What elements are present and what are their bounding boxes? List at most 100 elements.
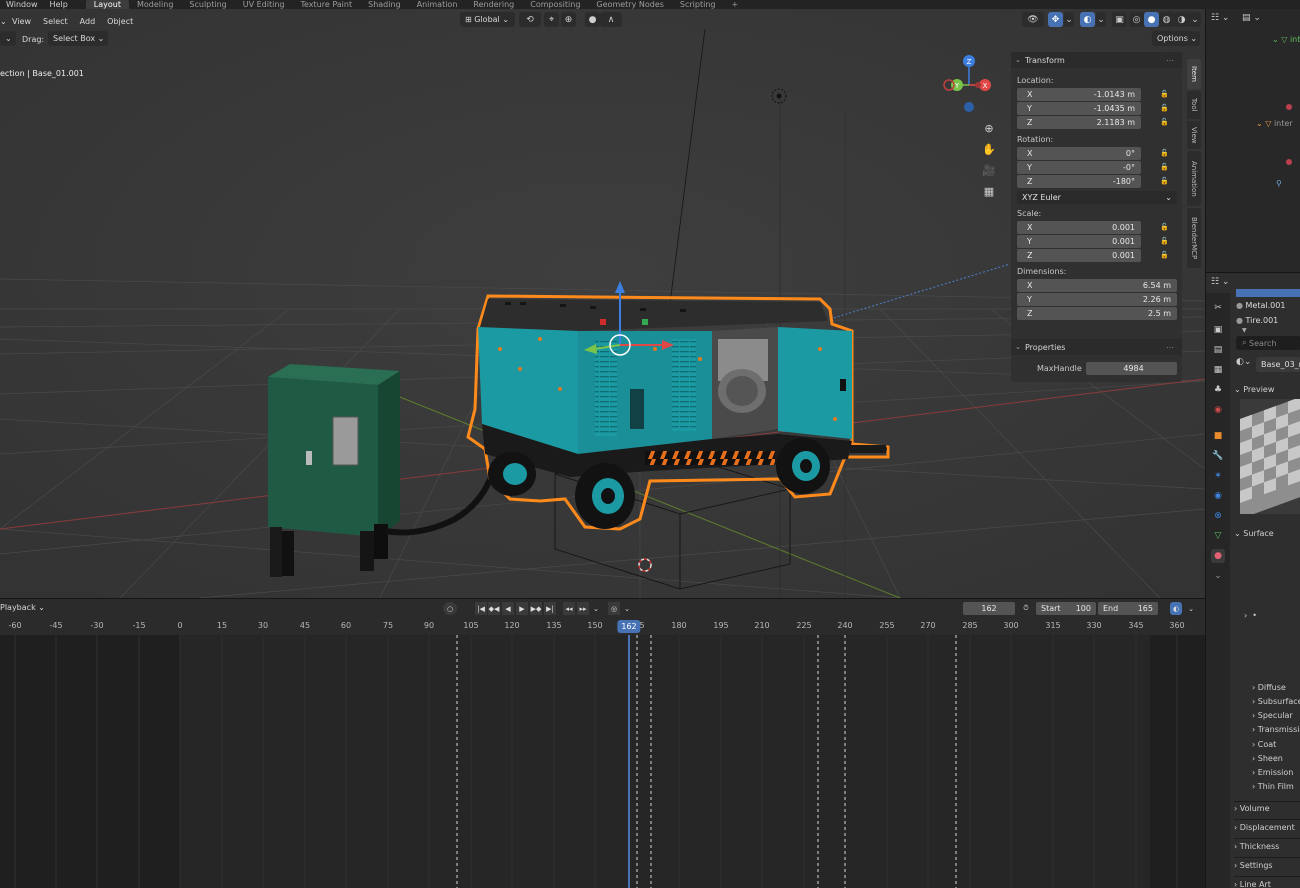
tab-animation[interactable]: Animation [1187, 151, 1201, 206]
lock-icon[interactable]: 🔓 [1160, 90, 1169, 98]
lock-icon[interactable]: 🔓 [1160, 251, 1169, 259]
falloff-icon[interactable]: ∧ [600, 12, 622, 27]
physics-tab-icon[interactable]: ◉ [1211, 489, 1225, 503]
chevron-down-icon[interactable]: ⌄ [622, 602, 632, 615]
solid-shading-icon[interactable]: ● [1144, 12, 1159, 27]
workspace-tab-compositing[interactable]: Compositing [522, 0, 588, 9]
shading-dropdown-icon[interactable]: ⌄ [1189, 12, 1201, 27]
transform-panel-header[interactable]: ⌄ Transform ⋯ [1011, 52, 1182, 68]
material-slot-tire[interactable]: ● Tire.001 [1236, 316, 1278, 325]
render-tab-icon[interactable]: ▣ [1211, 323, 1225, 337]
camera-view-icon[interactable]: 🎥 [980, 161, 998, 179]
jump-start-icon[interactable]: |◀ [475, 602, 487, 615]
menu-object[interactable]: Object [101, 17, 139, 26]
workspace-tab-sculpting[interactable]: Sculpting [181, 0, 234, 9]
tab-item[interactable]: Item [1187, 59, 1201, 89]
surface-item-thin-film[interactable]: › Thin Film [1252, 782, 1294, 791]
clock-icon[interactable]: ⏱ [1020, 602, 1032, 615]
material-shading-icon[interactable]: ◍ [1159, 12, 1174, 27]
chevron-down-icon[interactable]: ⌄ [1185, 602, 1197, 615]
timeline-keyframe-area[interactable] [0, 635, 1205, 888]
visibility-icon[interactable]: 👁 [1022, 12, 1044, 27]
chevron-down-icon[interactable]: ⌄ [1211, 569, 1225, 583]
snap-icon[interactable]: ⌖ [544, 12, 559, 27]
lock-icon[interactable]: 🔓 [1160, 118, 1169, 126]
chevron-right-icon[interactable]: › • [1244, 611, 1257, 620]
workspace-tab-layout[interactable]: Layout [85, 0, 129, 9]
scale-z-field[interactable]: Z 0.001 [1017, 249, 1141, 262]
scale-x-field[interactable]: X 0.001 [1017, 221, 1141, 234]
current-frame-field[interactable]: 162 [963, 602, 1015, 615]
menu-help[interactable]: Help [44, 0, 74, 9]
jump-keyframe-forward-icon[interactable]: ▶◆ [530, 602, 542, 615]
view-icon[interactable]: ◐ [1170, 602, 1182, 615]
surface-item-emission[interactable]: › Emission [1252, 768, 1293, 777]
lock-icon[interactable]: 🔓 [1160, 149, 1169, 157]
custom-property-field[interactable]: 4984 [1086, 362, 1177, 375]
wireframe-shading-icon[interactable]: ◎ [1129, 12, 1144, 27]
surface-item-coat[interactable]: › Coat [1252, 740, 1276, 749]
add-workspace-button[interactable]: + [723, 0, 746, 9]
workspace-tab-animation[interactable]: Animation [409, 0, 466, 9]
selected-material-slot[interactable] [1236, 289, 1300, 297]
xray-icon[interactable]: ▣ [1112, 12, 1127, 27]
location-z-field[interactable]: Z 2.1183 m [1017, 116, 1141, 129]
scale-y-field[interactable]: Y 0.001 [1017, 235, 1141, 248]
thickness-panel-header[interactable]: › Thickness [1234, 842, 1279, 851]
pan-hand-icon[interactable]: ✋ [980, 140, 998, 158]
outliner-editor-icon[interactable]: ☷ ⌄ [1211, 13, 1229, 23]
lock-icon[interactable]: 🔓 [1160, 163, 1169, 171]
workspace-tab-texture-paint[interactable]: Texture Paint [292, 0, 360, 9]
data-tab-icon[interactable]: ▽ [1211, 529, 1225, 543]
end-frame-field[interactable]: End 165 [1098, 602, 1158, 615]
record-icon[interactable]: ○ [443, 602, 457, 615]
surface-item-subsurface[interactable]: › Subsurface [1252, 697, 1300, 706]
lock-icon[interactable]: 🔓 [1160, 237, 1169, 245]
tab-view[interactable]: View [1187, 121, 1201, 149]
start-frame-field[interactable]: Start 100 [1036, 602, 1096, 615]
tool-mode-dropdown[interactable]: ⌄ [0, 31, 16, 46]
menu-select[interactable]: Select [37, 17, 74, 26]
workspace-tab-shading[interactable]: Shading [360, 0, 409, 9]
preview-panel-header[interactable]: ⌄ Preview [1234, 385, 1274, 394]
surface-item-transmission[interactable]: › Transmission [1252, 725, 1300, 734]
surface-item-diffuse[interactable]: › Diffuse [1252, 683, 1286, 692]
drag-select-dropdown[interactable]: Select Box ⌄ [48, 31, 108, 46]
drag-handle-icon[interactable]: ⋯ [1166, 56, 1174, 65]
outliner-item[interactable]: ⌄ ▽ inter [1256, 119, 1293, 128]
dimensions-y-field[interactable]: Y 2.26 m [1017, 293, 1177, 306]
particles-tab-icon[interactable]: ✶ [1211, 469, 1225, 483]
properties-panel-header[interactable]: ⌄ Properties ⋯ [1011, 339, 1182, 355]
displacement-panel-header[interactable]: › Displacement [1234, 823, 1295, 832]
dimensions-x-field[interactable]: X 6.54 m [1017, 279, 1177, 292]
rendered-shading-icon[interactable]: ◑ [1174, 12, 1189, 27]
perspective-grid-icon[interactable]: ▦ [980, 182, 998, 200]
tab-tool[interactable]: Tool [1187, 91, 1201, 119]
menu-view[interactable]: View [6, 17, 37, 26]
dimensions-z-field[interactable]: Z 2.5 m [1017, 307, 1177, 320]
gizmo-toggle-icon[interactable]: ✥ [1048, 12, 1063, 27]
drag-handle-icon[interactable]: ⋯ [1166, 343, 1174, 352]
view-layer-tab-icon[interactable]: ▦ [1211, 363, 1225, 377]
menu-add[interactable]: Add [74, 17, 102, 26]
outliner[interactable]: ☷ ⌄ ▤ ⌄ ⌄ ▽ int ⌄ ▽ inter ⚲ [1205, 9, 1300, 272]
properties-editor-icon[interactable]: ☷ ⌄ [1211, 277, 1229, 287]
workspace-tab-rendering[interactable]: Rendering [465, 0, 522, 9]
properties-editor[interactable]: ☷ ⌄ ✂ ▣ ▤ ▦ ♣ ◉ ■ 🔧 ✶ ◉ ⊗ ▽ ● ⌄ ● Metal.… [1205, 272, 1300, 888]
keyframe-next-icon[interactable]: ▸▸ [577, 602, 589, 615]
surface-panel-header[interactable]: ⌄ Surface [1234, 529, 1274, 538]
lock-icon[interactable]: 🔓 [1160, 104, 1169, 112]
gizmo-dropdown-icon[interactable]: ⌄ [1064, 12, 1074, 27]
jump-end-icon[interactable]: ▶| [544, 602, 556, 615]
zoom-icon[interactable]: ⊕ [980, 119, 998, 137]
options-dropdown[interactable]: Options ⌄ [1152, 31, 1200, 46]
jump-keyframe-back-icon[interactable]: ◆◀ [488, 602, 500, 615]
auto-keying-icon[interactable]: ◎ [608, 602, 620, 615]
playback-menu[interactable]: Playback ⌄ [0, 603, 45, 612]
play-reverse-icon[interactable]: ◀ [502, 602, 514, 615]
workspace-tab-scripting[interactable]: Scripting [672, 0, 724, 9]
play-icon[interactable]: ▶ [516, 602, 528, 615]
workspace-tab-uv-editing[interactable]: UV Editing [235, 0, 293, 9]
transform-orientation-dropdown[interactable]: ⊞ Global ⌄ [460, 12, 515, 27]
lock-icon[interactable]: 🔓 [1160, 223, 1169, 231]
